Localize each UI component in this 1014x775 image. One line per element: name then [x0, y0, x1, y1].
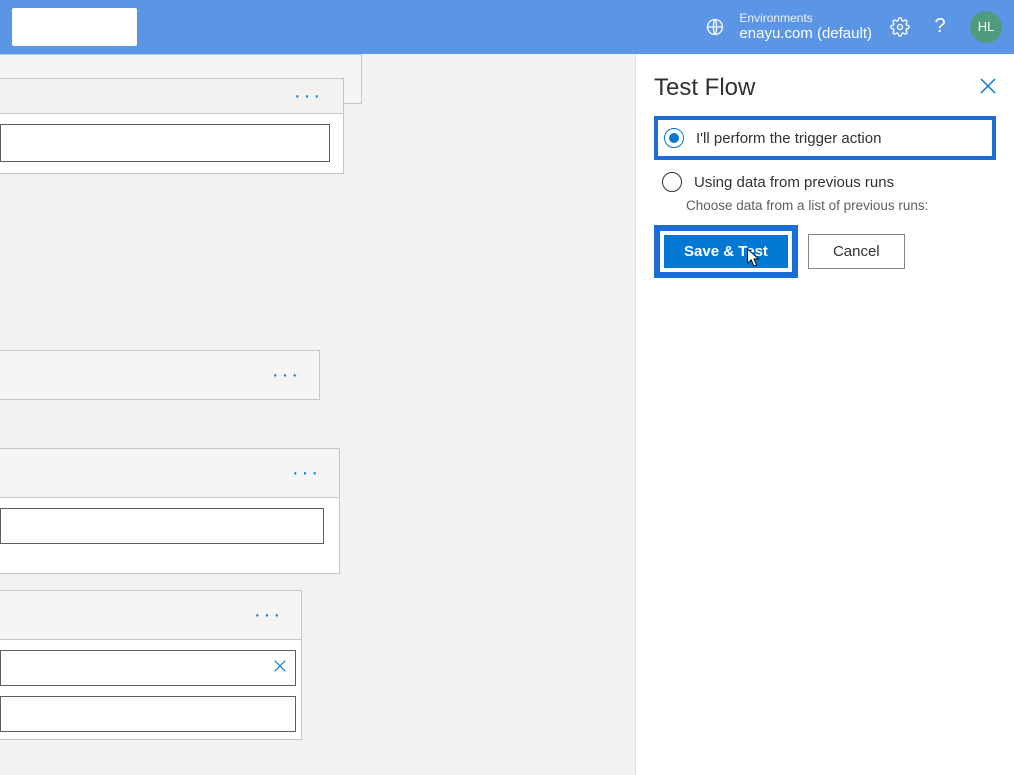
flow-canvas: ··· ··· Case 4 ··· ··· ··· — [0, 54, 635, 775]
more-icon[interactable]: ··· — [254, 604, 283, 627]
environment-picker[interactable]: Environments enayu.com (default) — [705, 11, 872, 43]
radio-label-2: Using data from previous runs — [694, 174, 894, 191]
card6-input-1[interactable] — [0, 650, 296, 686]
avatar[interactable]: HL — [970, 11, 1002, 43]
flow-card-6-body — [0, 640, 302, 740]
card1-input[interactable] — [0, 124, 330, 162]
flow-card-6-header[interactable]: ··· — [0, 590, 302, 640]
radio-icon — [662, 172, 682, 192]
more-icon[interactable]: ··· — [292, 462, 321, 485]
close-icon[interactable] — [980, 78, 996, 99]
flow-card-1[interactable]: ··· — [0, 78, 344, 174]
test-flow-panel: Test Flow I'll perform the trigger actio… — [635, 54, 1014, 775]
search-input[interactable] — [12, 8, 137, 46]
cancel-label: Cancel — [833, 243, 880, 260]
radio-label-1: I'll perform the trigger action — [696, 130, 881, 147]
save-test-highlight: Save & Test — [654, 225, 798, 278]
more-icon[interactable]: ··· — [272, 364, 301, 387]
radio-previous-runs[interactable]: Using data from previous runs — [654, 166, 996, 198]
globe-icon — [705, 17, 725, 37]
save-test-label: Save & Test — [684, 243, 768, 260]
avatar-initials: HL — [978, 19, 995, 34]
header-right: Environments enayu.com (default) ? HL — [705, 11, 1002, 43]
save-test-button[interactable]: Save & Test — [664, 235, 788, 268]
panel-title: Test Flow — [654, 74, 755, 102]
flow-card-5-body — [0, 498, 340, 574]
help-icon[interactable]: ? — [928, 15, 952, 38]
flow-card-5-header[interactable]: ··· — [0, 448, 340, 498]
cancel-button[interactable]: Cancel — [808, 234, 905, 269]
card6-input-2[interactable] — [0, 696, 296, 732]
radio-perform-trigger[interactable]: I'll perform the trigger action — [654, 116, 996, 160]
env-value: enayu.com (default) — [739, 25, 872, 43]
gear-icon[interactable] — [890, 17, 910, 37]
top-header: Environments enayu.com (default) ? HL — [0, 0, 1014, 54]
flow-card-4[interactable]: ··· — [0, 350, 320, 400]
close-icon[interactable] — [273, 659, 287, 678]
more-icon[interactable]: ··· — [294, 85, 323, 108]
radio-icon — [664, 128, 684, 148]
card5-input[interactable] — [0, 508, 324, 544]
env-label: Environments — [739, 11, 872, 25]
radio-subtext: Choose data from a list of previous runs… — [686, 198, 996, 213]
